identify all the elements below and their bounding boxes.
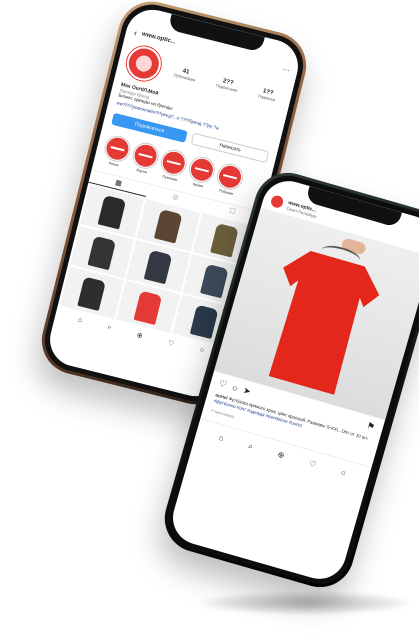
add-icon[interactable]: ⊕ <box>276 449 286 460</box>
red-tshirt-graphic <box>253 245 386 399</box>
highlight-label: Пуховики <box>161 174 178 183</box>
highlight-ring <box>187 155 217 185</box>
highlight-item[interactable]: Новое <box>101 134 133 169</box>
jacket-graphic <box>199 263 229 299</box>
stat-posts[interactable]: 41 Публикации <box>173 66 197 82</box>
search-icon[interactable]: ⌕ <box>107 324 112 333</box>
home-icon[interactable]: ⌂ <box>218 433 225 444</box>
highlight-label: Рубашки <box>218 188 234 196</box>
highlight-item[interactable]: Пуховики <box>158 148 189 183</box>
home-icon[interactable]: ⌂ <box>77 316 83 325</box>
jacket-graphic <box>97 194 127 230</box>
jacket-graphic <box>209 223 239 258</box>
avatar[interactable] <box>123 42 165 85</box>
highlight-ring <box>102 134 133 164</box>
stat-following[interactable]: 1?? Подписки <box>258 87 278 102</box>
add-icon[interactable]: ⊕ <box>136 331 144 340</box>
bookmark-icon[interactable]: ⚑ <box>365 420 377 433</box>
jacket-graphic <box>189 304 219 340</box>
highlight-ring <box>215 162 245 192</box>
highlight-ring <box>159 148 189 178</box>
highlight-label: Новое <box>108 161 120 168</box>
share-icon[interactable]: ➤ <box>242 385 252 398</box>
highlight-label: Брюки <box>192 182 204 189</box>
jacket-graphic <box>153 209 183 244</box>
highlight-ring <box>131 141 161 171</box>
like-icon[interactable]: ♡ <box>217 378 229 391</box>
heart-icon[interactable]: ♡ <box>167 339 175 348</box>
profile-icon[interactable]: ○ <box>199 347 205 356</box>
jacket-graphic <box>77 276 107 312</box>
heart-icon[interactable]: ♡ <box>308 458 317 470</box>
post-avatar[interactable] <box>269 194 285 210</box>
highlight-label: Куртки <box>136 168 148 175</box>
comment-icon[interactable]: ○ <box>231 382 239 393</box>
stage: ‹ www.optic... ⋯ 41 Публикации 2?? Подпи… <box>0 0 419 639</box>
highlight-item[interactable]: Брюки <box>186 155 217 190</box>
back-icon[interactable]: ‹ <box>133 27 138 37</box>
jacket-graphic <box>87 235 117 271</box>
highlight-item[interactable]: Рубашки <box>214 162 245 197</box>
profile-icon[interactable]: ○ <box>340 468 347 479</box>
highlight-item[interactable]: Куртки <box>130 141 161 176</box>
search-icon[interactable]: ⌕ <box>247 441 254 452</box>
jacket-graphic <box>143 249 173 285</box>
floor-shadow <box>200 592 410 614</box>
more-icon[interactable]: ⋯ <box>282 65 291 74</box>
stat-followers[interactable]: 2?? Подписчики <box>216 76 240 93</box>
jacket-graphic <box>133 290 163 326</box>
